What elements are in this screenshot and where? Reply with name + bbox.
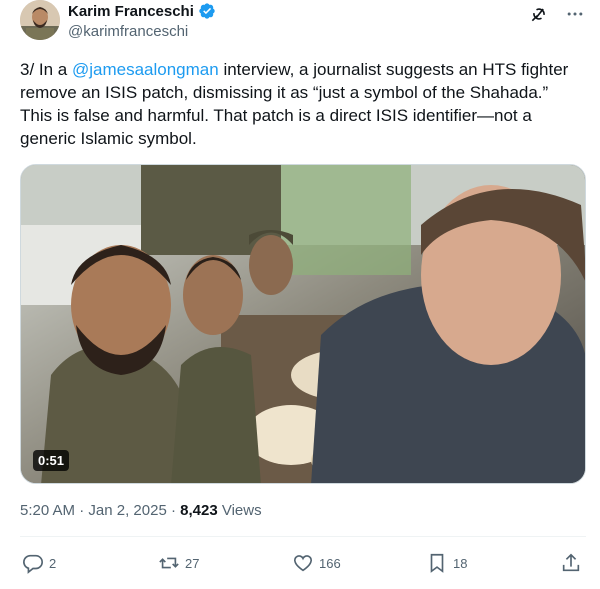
action-bar: 2 27 166 18 [20, 552, 586, 578]
video-thumbnail [21, 165, 585, 483]
bookmark-icon [426, 552, 448, 574]
mention-link[interactable]: @jamesaalongman [72, 60, 219, 79]
video-player[interactable]: 0:51 [20, 164, 586, 484]
share-icon [560, 552, 582, 574]
tweet-time[interactable]: 5:20 AM [20, 502, 75, 519]
author-display-name[interactable]: Karim Franceschi [68, 3, 194, 20]
views-label: Views [217, 502, 262, 519]
tweet-meta: 5:20 AM · Jan 2, 2025 · 8,423 Views [20, 502, 262, 519]
tweet-text-part: 3/ In a [20, 60, 72, 79]
meta-separator: · [166, 502, 181, 519]
divider [20, 536, 586, 537]
bookmark-count: 18 [453, 555, 468, 571]
tweet-text: 3/ In a @jamesaalongman interview, a jou… [20, 58, 580, 150]
reply-count: 2 [49, 555, 57, 571]
share-button[interactable] [560, 552, 582, 574]
author-block: Karim Franceschi @karimfranceschi [68, 2, 216, 40]
video-duration: 0:51 [33, 450, 70, 471]
grok-icon[interactable] [529, 4, 549, 24]
repost-count: 27 [185, 555, 200, 571]
reply-icon [22, 552, 44, 574]
author-handle[interactable]: @karimfranceschi [68, 23, 216, 40]
like-count: 166 [319, 555, 341, 571]
avatar[interactable] [20, 0, 60, 40]
reply-button[interactable]: 2 [22, 552, 56, 574]
views-count: 8,423 [180, 502, 218, 519]
like-button[interactable]: 166 [292, 552, 341, 574]
meta-separator: · [75, 502, 89, 519]
tweet-date[interactable]: Jan 2, 2025 [88, 502, 166, 519]
verified-badge-icon [198, 2, 216, 20]
more-icon[interactable] [565, 4, 585, 24]
repost-icon [158, 552, 180, 574]
like-icon [292, 552, 314, 574]
bookmark-button[interactable]: 18 [426, 552, 467, 574]
tweet-header: Karim Franceschi @karimfranceschi [20, 0, 585, 46]
repost-button[interactable]: 27 [158, 552, 199, 574]
